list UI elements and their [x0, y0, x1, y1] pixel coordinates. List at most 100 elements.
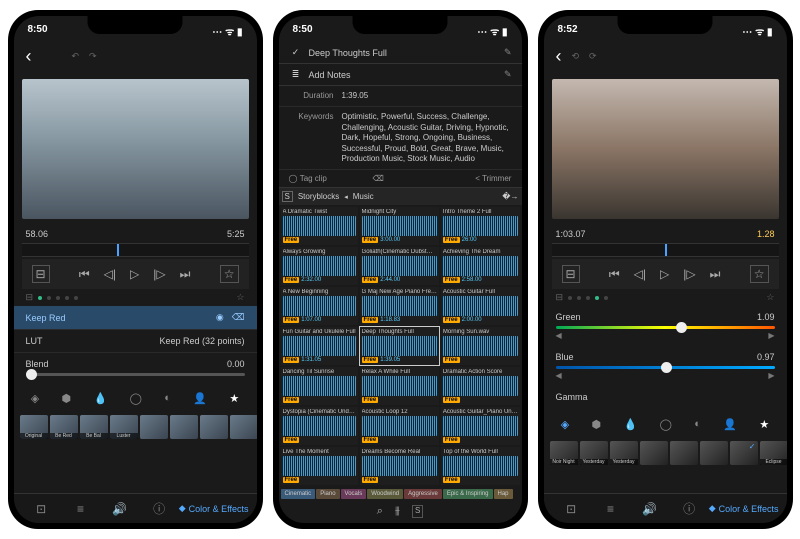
rotate-icon[interactable]: ⟲ [572, 51, 580, 62]
tag-icon[interactable]: ◯ [289, 174, 298, 183]
delete-icon[interactable]: ⌫ [373, 174, 384, 183]
diamond-icon[interactable]: ◈ [556, 416, 574, 433]
music-clip[interactable]: Relax A While FullFree [360, 367, 439, 405]
circle-icon[interactable]: ◯ [125, 390, 147, 407]
star-button[interactable]: ☆ [750, 265, 769, 283]
music-clip[interactable]: Midnight CityFree3:00.00 [360, 207, 439, 245]
play-icon[interactable]: ▷ [660, 267, 669, 281]
layers-tab[interactable]: ≡ [591, 502, 630, 516]
timeline-ruler[interactable] [552, 243, 779, 257]
play-icon[interactable]: ▷ [130, 267, 139, 281]
cube-icon[interactable]: ⬢ [587, 416, 607, 433]
notes-row[interactable]: ≣ Add Notes ✎ [279, 64, 522, 86]
music-clip[interactable]: Dreams Become RealFree [360, 447, 439, 485]
audio-tab[interactable]: 🔊 [630, 502, 669, 516]
circle-icon[interactable]: ◯ [655, 416, 677, 433]
music-clip[interactable]: Goliath(Cinematic Dubst…Free2:44.00 [360, 247, 439, 285]
crop-tab[interactable]: ⊡ [552, 502, 591, 516]
skip-forward-icon[interactable]: ⏭ [180, 267, 191, 282]
music-clip[interactable]: Acoustic Loop 12Free [360, 407, 439, 445]
color-effects-tab[interactable]: ◆ Color & Effects [709, 503, 779, 514]
step-back-icon[interactable]: ◁| [104, 267, 116, 281]
category-chip[interactable]: Cinematic [281, 489, 316, 499]
exit-icon[interactable]: �→ [502, 192, 518, 201]
rotate-icon-2[interactable]: ⟳ [589, 51, 597, 62]
blend-slider[interactable]: Blend 0.00 [14, 353, 257, 386]
lut-row[interactable]: LUT Keep Red (32 points) [14, 330, 257, 353]
music-clip[interactable]: Dramatic Action ScoreFree [441, 367, 520, 405]
music-clip[interactable]: Deep Thoughts FullFree1:39.05 [360, 327, 439, 365]
color-effects-tab[interactable]: ◆ Color & Effects [179, 503, 249, 514]
category-chip[interactable]: Woodwind [367, 489, 403, 499]
music-clip[interactable]: Live The MomentFree [281, 447, 358, 485]
music-clip[interactable]: Top of the World FullFree [441, 447, 520, 485]
drop-icon[interactable]: 💧 [619, 416, 643, 433]
music-clip[interactable]: Acoustic Guitar FullFree2:00.00 [441, 287, 520, 325]
video-preview[interactable] [552, 79, 779, 219]
timeline-ruler[interactable] [22, 243, 249, 257]
mask-icon[interactable]: ◐ [159, 390, 176, 407]
title-row[interactable]: ✓ Deep Thoughts Full ✎ [279, 42, 522, 64]
music-clip[interactable]: Acoustic Guitar_Piano Un…Free [441, 407, 520, 445]
info-tab[interactable]: ⓘ [139, 500, 178, 517]
preset-thumbnails[interactable]: Original Be Red Be Bal Luster [14, 411, 257, 443]
trimmer-link[interactable]: < Trimmer [475, 174, 511, 183]
music-clip[interactable]: A New BeginningFree1:07.00 [281, 287, 358, 325]
star-button[interactable]: ☆ [220, 265, 239, 283]
tag-label[interactable]: Tag clip [300, 174, 327, 183]
undo-icon[interactable]: ↶ [72, 51, 80, 62]
info-tab[interactable]: ⓘ [669, 500, 708, 517]
step-back-icon[interactable]: ◁| [634, 267, 646, 281]
skip-forward-icon[interactable]: ⏭ [710, 267, 721, 282]
drop-icon[interactable]: 💧 [89, 390, 113, 407]
music-clip[interactable]: Dancing Til SunriseFree [281, 367, 358, 405]
music-clip[interactable]: G Maj New Age Piano Fre…Free1:18.83 [360, 287, 439, 325]
star-icon[interactable]: ★ [754, 416, 774, 433]
category-chip[interactable]: Vocals [341, 489, 367, 499]
music-clip[interactable]: Always GrowingFree2:32.00 [281, 247, 358, 285]
music-clip[interactable]: Fun Guitar and Ukulele FullFree1:31.05 [281, 327, 358, 365]
gamma-slider[interactable]: Gamma [544, 386, 787, 412]
music-clip[interactable]: Achieving The DreamFree2:58.00 [441, 247, 520, 285]
fx-button[interactable]: ⊟ [562, 265, 580, 283]
edit-title-icon[interactable]: ✎ [504, 47, 512, 58]
skip-back-icon[interactable]: ⏮ [79, 267, 90, 282]
fx-button[interactable]: ⊟ [32, 265, 50, 283]
cube-icon[interactable]: ⬢ [57, 390, 77, 407]
star-icon[interactable]: ★ [224, 390, 244, 407]
step-forward-icon[interactable]: |▷ [683, 267, 695, 281]
redo-icon[interactable]: ↷ [89, 51, 97, 62]
library-header[interactable]: S Storyblocks ◂ Music �→ [279, 188, 522, 205]
search-icon[interactable]: ⌕ [377, 505, 383, 518]
step-forward-icon[interactable]: |▷ [153, 267, 165, 281]
diamond-icon[interactable]: ◈ [26, 390, 44, 407]
crop-tab[interactable]: ⊡ [22, 502, 61, 516]
category-chip[interactable]: Epic & Inspiring [443, 489, 493, 499]
music-clip[interactable]: Intro Theme 2 FullFree26:00 [441, 207, 520, 245]
layers-tab[interactable]: ≡ [61, 502, 100, 516]
music-clip[interactable]: Dystopia (Cinematic Und…Free [281, 407, 358, 445]
video-preview[interactable] [22, 79, 249, 219]
blue-slider[interactable]: Blue 0.97 ◀▶ [544, 346, 787, 386]
trash-icon[interactable]: ⌫ [232, 312, 245, 323]
person-icon[interactable]: 👤 [188, 390, 212, 407]
effect-row[interactable]: Keep Red ◉⌫ [14, 306, 257, 330]
preset-thumbnails[interactable]: Noir Night Yesterday Yesterday ✓ Eclipse [544, 437, 787, 469]
skip-back-icon[interactable]: ⏮ [609, 267, 620, 282]
mask-icon[interactable]: ◐ [689, 416, 706, 433]
back-button[interactable]: ‹ [556, 46, 562, 67]
person-icon[interactable]: 👤 [718, 416, 742, 433]
filter-icon[interactable]: ⫵ [395, 505, 400, 518]
eye-icon[interactable]: ◉ [216, 312, 224, 323]
green-slider[interactable]: Green 1.09 ◀▶ [544, 306, 787, 346]
category-chip[interactable]: Aggressive [404, 489, 442, 499]
back-button[interactable]: ‹ [26, 46, 32, 67]
music-clip[interactable]: Morning Sun.wavFree [441, 327, 520, 365]
category-bar[interactable]: CinematicPianoVocalsWoodwindAggressiveEp… [279, 487, 522, 501]
category-chip[interactable]: Hap [494, 489, 513, 499]
music-clip[interactable]: A Dramatic TwistFree [281, 207, 358, 245]
audio-tab[interactable]: 🔊 [100, 502, 139, 516]
s-filter-icon[interactable]: S [412, 505, 423, 518]
edit-notes-icon[interactable]: ✎ [504, 69, 512, 80]
category-chip[interactable]: Piano [316, 489, 339, 499]
